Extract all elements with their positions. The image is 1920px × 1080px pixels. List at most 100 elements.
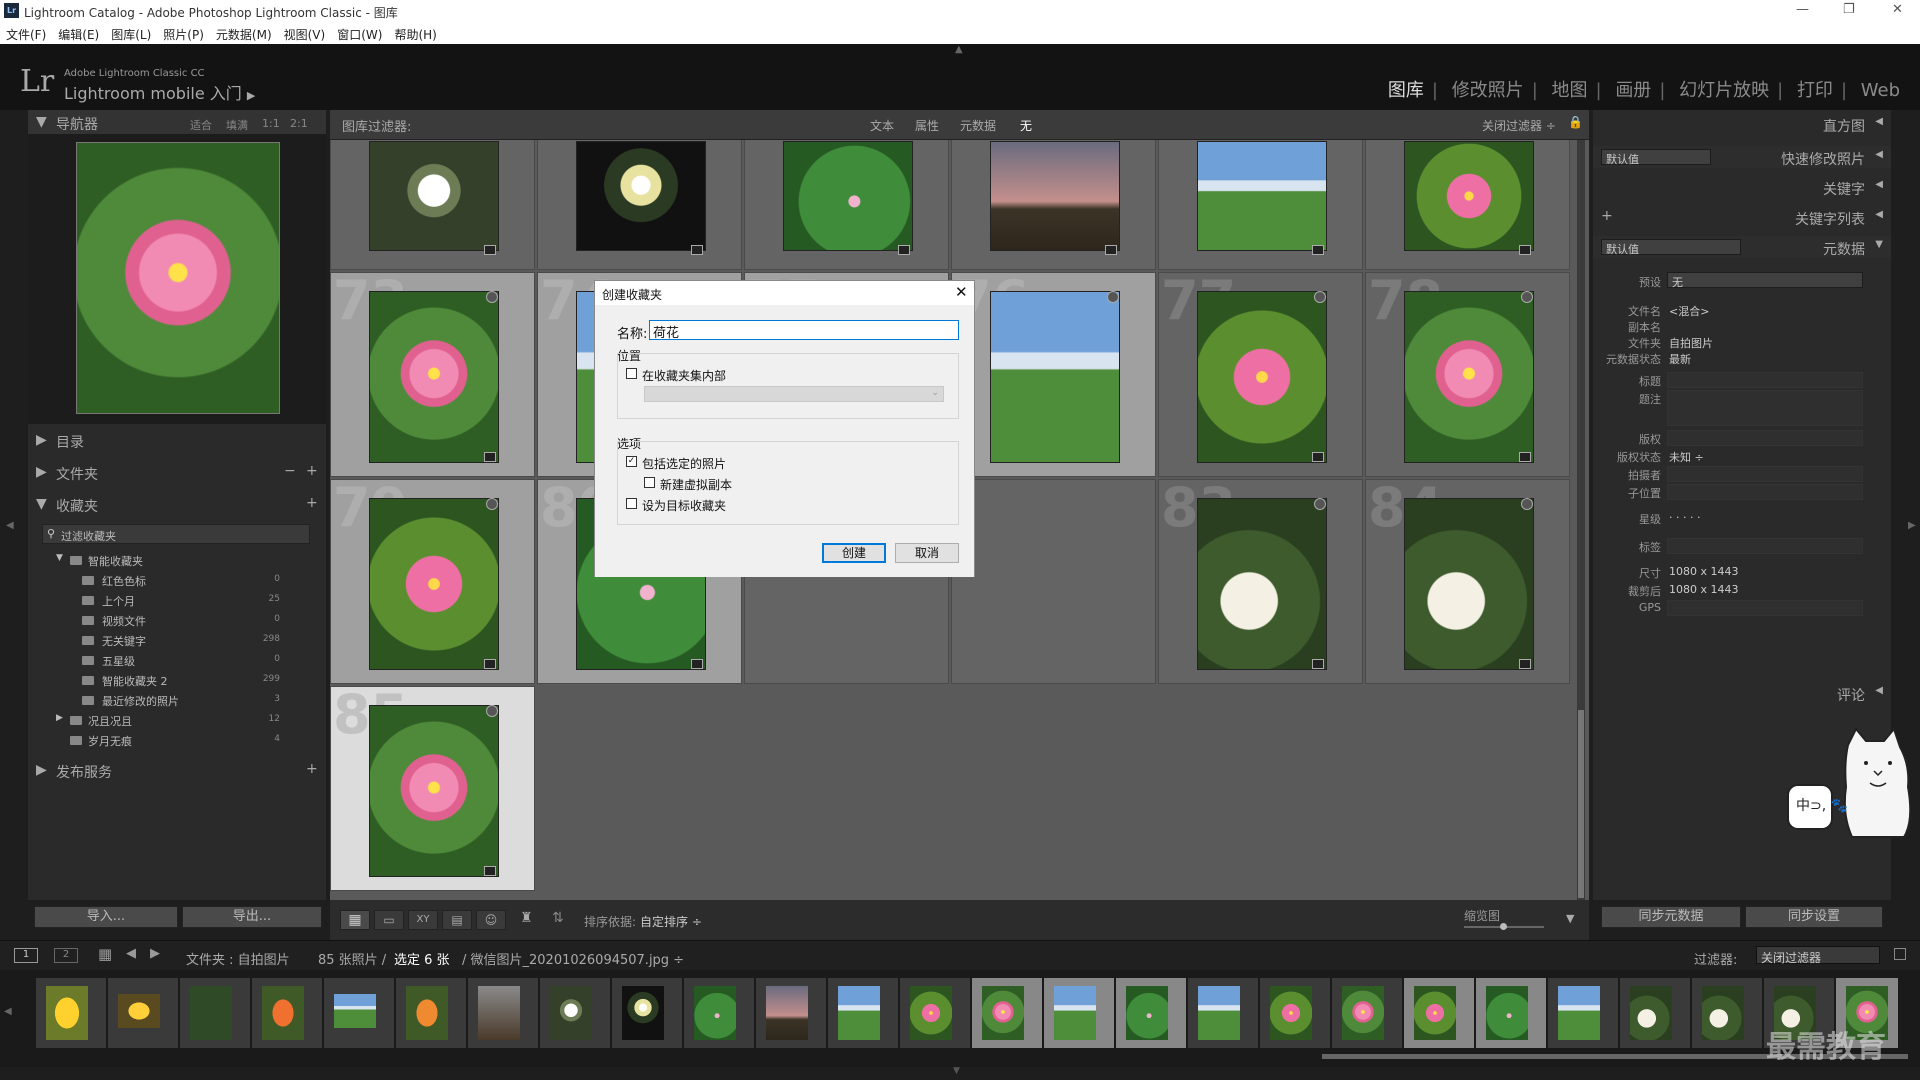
- filter-switch-icon[interactable]: [1894, 948, 1906, 960]
- film-photo[interactable]: [910, 986, 952, 1040]
- photo-thumbnail[interactable]: [1197, 291, 1327, 463]
- module-slideshow[interactable]: 幻灯片放映: [1679, 80, 1769, 101]
- grid-cell[interactable]: 77: [1158, 269, 1363, 477]
- film-photo[interactable]: [1630, 986, 1672, 1040]
- folders-header[interactable]: ▶ 文件夹 − +: [28, 460, 326, 484]
- film-photo[interactable]: [694, 986, 736, 1040]
- title-field[interactable]: [1667, 372, 1863, 388]
- film-photo[interactable]: [334, 994, 376, 1028]
- export-button[interactable]: 导出...: [182, 906, 322, 928]
- restore-icon[interactable]: ❐: [1843, 2, 1855, 17]
- filmstrip-thumb[interactable]: [1188, 978, 1258, 1048]
- add-publish-icon[interactable]: +: [306, 761, 318, 777]
- photo-thumbnail[interactable]: [1404, 141, 1534, 251]
- zoom-1to1[interactable]: 1:1: [262, 117, 280, 130]
- zoom-2to1[interactable]: 2:1: [290, 117, 308, 130]
- menu-file[interactable]: 文件(F): [0, 22, 52, 43]
- menu-metadata[interactable]: 元数据(M): [210, 22, 278, 43]
- loupe-view-icon[interactable]: ▭: [374, 910, 404, 930]
- current-file[interactable]: / 微信图片_20201026094507.jpg ÷: [462, 949, 684, 968]
- filmstrip-thumb[interactable]: [540, 978, 610, 1048]
- filmstrip-thumb[interactable]: [756, 978, 826, 1048]
- sort-direction-icon[interactable]: ⇅: [552, 910, 564, 926]
- photo-thumbnail[interactable]: [576, 141, 706, 251]
- menu-edit[interactable]: 编辑(E): [52, 22, 105, 43]
- metadata-value[interactable]: 自拍图片: [1669, 335, 1713, 351]
- module-library[interactable]: 图库: [1388, 80, 1424, 101]
- gps-field[interactable]: [1667, 600, 1863, 616]
- menu-view[interactable]: 视图(V): [278, 22, 332, 43]
- forward-arrow-icon[interactable]: ▶: [150, 946, 160, 961]
- lock-icon[interactable]: 🔒: [1568, 115, 1583, 129]
- tree-item[interactable]: ▶ 况且况且 12: [56, 712, 290, 728]
- quick-collection-icon[interactable]: [486, 705, 498, 717]
- grid-cell[interactable]: [537, 140, 742, 270]
- filter-preset-select[interactable]: 关闭过滤器 ÷: [1482, 117, 1556, 134]
- photo-thumbnail[interactable]: [369, 291, 499, 463]
- sync-metadata-button[interactable]: 同步元数据: [1601, 906, 1741, 928]
- film-photo[interactable]: [1270, 986, 1312, 1040]
- grid-cell[interactable]: 73: [330, 269, 535, 477]
- filmstrip-thumb[interactable]: [396, 978, 466, 1048]
- tree-item[interactable]: 无关键字 298: [56, 632, 290, 648]
- module-develop[interactable]: 修改照片: [1452, 80, 1524, 101]
- grid-cell[interactable]: [1158, 140, 1363, 270]
- metadata-preset-select[interactable]: 默认值: [1601, 239, 1741, 256]
- photo-thumbnail[interactable]: [1404, 498, 1534, 670]
- grid-cell[interactable]: 76: [951, 269, 1156, 477]
- grid-cell[interactable]: 84: [1365, 476, 1570, 684]
- filmstrip-thumb[interactable]: [108, 978, 178, 1048]
- minus-icon[interactable]: −: [284, 463, 296, 479]
- copyright-field[interactable]: [1667, 430, 1863, 446]
- film-photo[interactable]: [1414, 986, 1456, 1040]
- photo-thumbnail[interactable]: [1404, 291, 1534, 463]
- import-button[interactable]: 导入...: [34, 906, 178, 928]
- film-photo[interactable]: [622, 986, 664, 1040]
- grid-icon[interactable]: ▦: [98, 945, 112, 963]
- grid-scrollbar[interactable]: [1577, 140, 1585, 900]
- photo-thumbnail[interactable]: [990, 291, 1120, 463]
- grid-cell[interactable]: [330, 140, 535, 270]
- plus-icon[interactable]: +: [306, 463, 318, 479]
- navigator-thumbnail[interactable]: [76, 142, 280, 414]
- filter-attribute[interactable]: 属性: [915, 117, 939, 134]
- filmstrip-thumb[interactable]: [36, 978, 106, 1048]
- film-photo[interactable]: [1342, 986, 1384, 1040]
- filmstrip-thumb[interactable]: [324, 978, 394, 1048]
- photo-thumbnail[interactable]: [369, 141, 499, 251]
- close-window-icon[interactable]: ✕: [1892, 2, 1903, 17]
- filmstrip-thumb[interactable]: [972, 978, 1042, 1048]
- zoom-fit[interactable]: 适合: [190, 117, 212, 133]
- caption-field[interactable]: [1667, 390, 1863, 426]
- film-photo[interactable]: [1486, 986, 1528, 1040]
- screen-1-button[interactable]: 1: [14, 948, 38, 963]
- grid-cell[interactable]: 79: [330, 476, 535, 684]
- photo-thumbnail[interactable]: [1197, 498, 1327, 670]
- filmstrip-thumb[interactable]: [252, 978, 322, 1048]
- survey-view-icon[interactable]: ▤: [442, 910, 472, 930]
- rating-stars[interactable]: · · · · ·: [1669, 511, 1700, 524]
- menu-library[interactable]: 图库(L): [105, 22, 157, 43]
- film-photo[interactable]: [46, 986, 88, 1040]
- metadata-value[interactable]: <混合>: [1669, 303, 1709, 319]
- photo-thumbnail[interactable]: [369, 705, 499, 877]
- quick-collection-icon[interactable]: [1314, 498, 1326, 510]
- cancel-button[interactable]: 取消: [895, 543, 959, 563]
- filter-text[interactable]: 文本: [870, 117, 894, 134]
- source-path[interactable]: 文件夹 : 自拍图片: [186, 949, 290, 968]
- keywording-header[interactable]: 关键字 ◀: [1593, 176, 1891, 198]
- grid-cell[interactable]: [951, 140, 1156, 270]
- filter-collections-input[interactable]: ⚲ 过滤收藏夹: [42, 524, 310, 544]
- collections-header[interactable]: ▼ 收藏夹 +: [28, 492, 326, 516]
- preset-select[interactable]: 无: [1667, 272, 1863, 289]
- photo-thumbnail[interactable]: [369, 498, 499, 670]
- toolbar-menu-icon[interactable]: ▼: [1566, 912, 1574, 925]
- menu-photo[interactable]: 照片(P): [157, 22, 210, 43]
- film-photo[interactable]: [1198, 986, 1240, 1040]
- filmstrip-thumb[interactable]: [684, 978, 754, 1048]
- filmstrip-thumb[interactable]: [1260, 978, 1330, 1048]
- quick-collection-icon[interactable]: [1314, 291, 1326, 303]
- filmstrip-thumb[interactable]: [1404, 978, 1474, 1048]
- navigator-header[interactable]: ▼ 导航器 适合 填满 1:1 2:1: [28, 110, 326, 134]
- grid-cell[interactable]: 78: [1365, 269, 1570, 477]
